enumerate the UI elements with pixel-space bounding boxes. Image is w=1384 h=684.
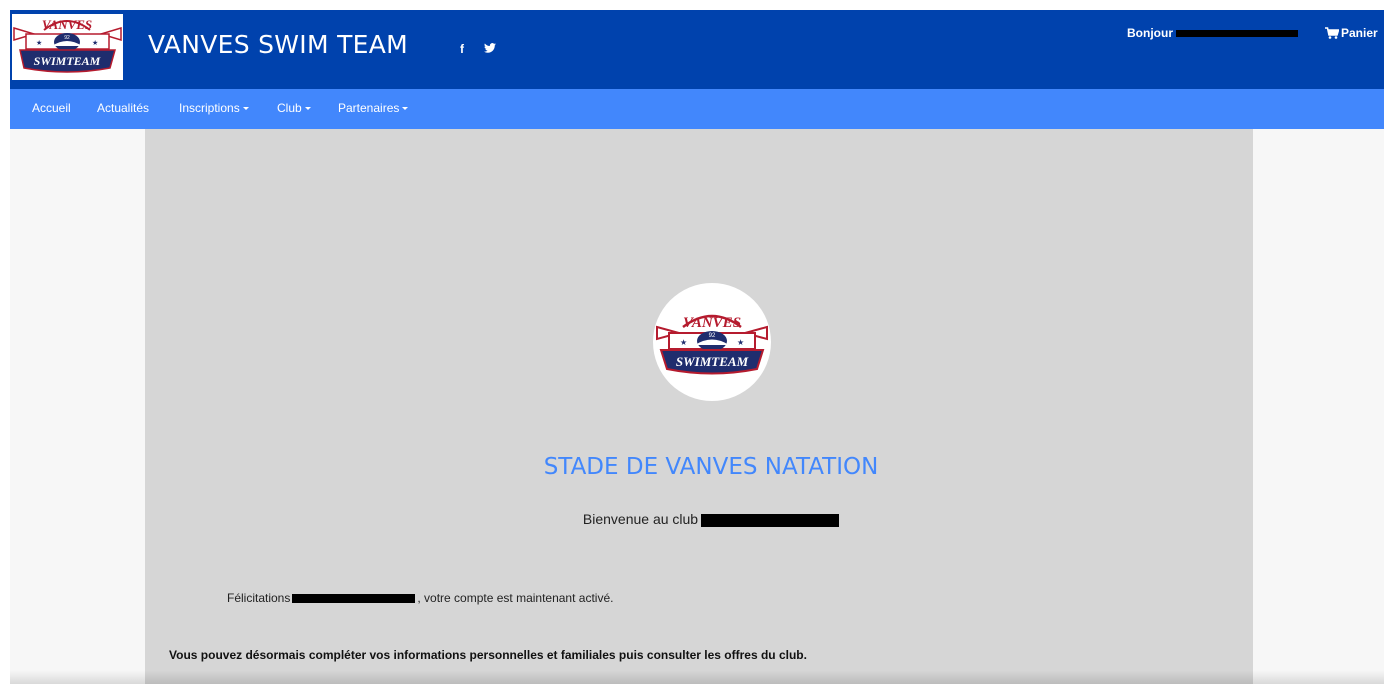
page-frame: ★ ★ VANVES 92 SWIMTEAM VANVES SWIM TEAM … [10, 10, 1384, 684]
facebook-icon[interactable]: f [460, 42, 464, 56]
svg-text:SWIMTEAM: SWIMTEAM [34, 54, 101, 68]
user-greeting[interactable]: Bonjour [1127, 26, 1298, 40]
activation-message: Félicitations , votre compte est maintena… [227, 591, 613, 605]
club-title: STADE DE VANVES NATATION [543, 454, 879, 480]
redacted-club-name [701, 513, 840, 527]
redacted-username [292, 594, 416, 604]
nav-accueil-label: Accueil [32, 101, 71, 115]
svg-text:SWIMTEAM: SWIMTEAM [676, 354, 749, 369]
svg-text:92: 92 [709, 333, 716, 339]
nav-club[interactable]: Club [277, 101, 311, 115]
caret-down-icon [242, 107, 249, 110]
svg-text:★: ★ [36, 39, 42, 47]
nav-club-label: Club [277, 101, 302, 115]
cart-icon [1325, 27, 1340, 39]
nav-accueil[interactable]: Accueil [32, 101, 71, 115]
welcome-text: Bienvenue au club [145, 511, 1277, 527]
congrats-label: Félicitations [227, 591, 291, 605]
redacted-username [1176, 30, 1298, 38]
svg-text:VANVES: VANVES [683, 315, 741, 331]
bottom-shadow [10, 670, 1384, 684]
header-logo[interactable]: ★ ★ VANVES 92 SWIMTEAM [12, 14, 123, 80]
caret-down-icon [304, 107, 311, 110]
cart-label: Panier [1341, 26, 1378, 40]
nav-inscriptions[interactable]: Inscriptions [179, 101, 249, 115]
congrats-suffix: , votre compte est maintenant activé. [417, 591, 614, 605]
next-steps-text: Vous pouvez désormais compléter vos info… [169, 648, 807, 662]
twitter-icon[interactable] [484, 42, 496, 56]
swimteam-logo-icon: ★ ★ VANVES 92 SWIMTEAM [13, 17, 122, 73]
nav-actualites-label: Actualités [97, 101, 150, 115]
swimteam-logo-icon: ★ ★ VANVES 92 SWIMTEAM [656, 314, 768, 375]
welcome-label: Bienvenue au club [582, 511, 699, 527]
caret-down-icon [402, 107, 409, 110]
svg-text:92: 92 [64, 35, 70, 41]
nav-actualites[interactable]: Actualités [97, 101, 149, 115]
nav-partenaires-label: Partenaires [338, 101, 400, 115]
club-logo: ★ ★ VANVES 92 SWIMTEAM [653, 283, 771, 401]
nav-inscriptions-label: Inscriptions [179, 101, 240, 115]
greeting-label: Bonjour [1127, 26, 1173, 40]
main-nav: Accueil Actualités Inscriptions Club Par… [10, 89, 1384, 129]
header-bar: ★ ★ VANVES 92 SWIMTEAM VANVES SWIM TEAM … [10, 10, 1384, 89]
nav-partenaires[interactable]: Partenaires [338, 101, 409, 115]
site-title[interactable]: VANVES SWIM TEAM [148, 30, 408, 59]
content-panel: ★ ★ VANVES 92 SWIMTEAM STADE DE VANVES N… [145, 129, 1253, 684]
cart-link[interactable]: Panier [1325, 26, 1378, 40]
svg-text:VANVES: VANVES [42, 17, 92, 32]
svg-text:★: ★ [92, 39, 98, 47]
svg-text:★: ★ [737, 338, 744, 347]
svg-text:★: ★ [680, 338, 687, 347]
